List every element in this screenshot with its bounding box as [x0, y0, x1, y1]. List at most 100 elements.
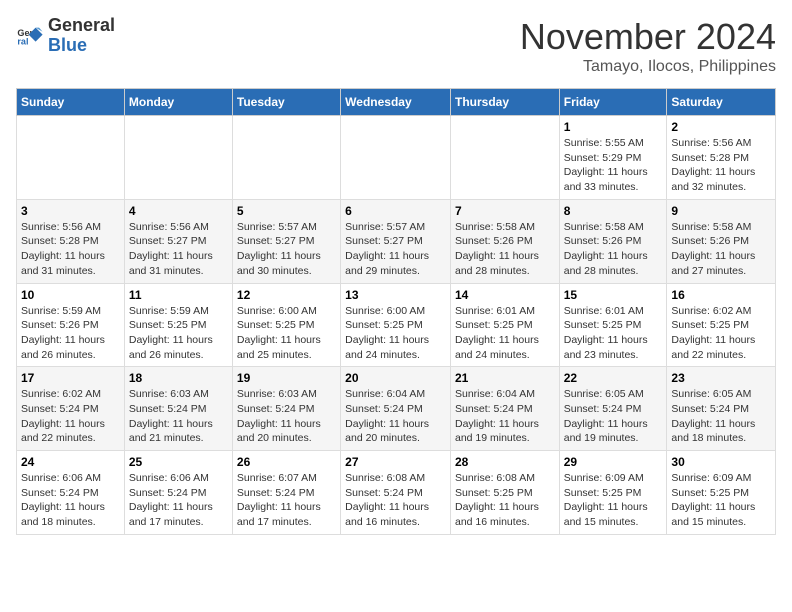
day-number: 18 — [129, 371, 228, 385]
day-info: Sunrise: 5:56 AM Sunset: 5:28 PM Dayligh… — [21, 220, 120, 279]
calendar-cell — [232, 116, 340, 200]
calendar-cell — [450, 116, 559, 200]
title-section: November 2024 Tamayo, Ilocos, Philippine… — [520, 16, 776, 76]
day-number: 29 — [564, 455, 663, 469]
day-info: Sunrise: 6:08 AM Sunset: 5:24 PM Dayligh… — [345, 471, 446, 530]
day-info: Sunrise: 5:59 AM Sunset: 5:26 PM Dayligh… — [21, 304, 120, 363]
day-number: 25 — [129, 455, 228, 469]
logo-blue-text: Blue — [48, 36, 115, 56]
header-saturday: Saturday — [667, 89, 776, 116]
day-info: Sunrise: 6:06 AM Sunset: 5:24 PM Dayligh… — [21, 471, 120, 530]
week-row-2: 10 Sunrise: 5:59 AM Sunset: 5:26 PM Dayli… — [17, 283, 776, 367]
day-info: Sunrise: 6:01 AM Sunset: 5:25 PM Dayligh… — [455, 304, 555, 363]
day-info: Sunrise: 5:57 AM Sunset: 5:27 PM Dayligh… — [345, 220, 446, 279]
day-number: 20 — [345, 371, 446, 385]
week-row-3: 17 Sunrise: 6:02 AM Sunset: 5:24 PM Dayli… — [17, 367, 776, 451]
week-row-0: 1Sunrise: 5:55 AM Sunset: 5:29 PM Daylig… — [17, 116, 776, 200]
day-info: Sunrise: 5:56 AM Sunset: 5:28 PM Dayligh… — [671, 136, 771, 195]
svg-text:ral: ral — [17, 36, 28, 46]
header-wednesday: Wednesday — [341, 89, 451, 116]
week-row-4: 24 Sunrise: 6:06 AM Sunset: 5:24 PM Dayli… — [17, 451, 776, 535]
calendar-table: SundayMondayTuesdayWednesdayThursdayFrid… — [16, 88, 776, 535]
day-number: 1 — [564, 120, 663, 134]
day-info: Sunrise: 6:00 AM Sunset: 5:25 PM Dayligh… — [237, 304, 336, 363]
calendar-cell: 11 Sunrise: 5:59 AM Sunset: 5:25 PM Dayli… — [124, 283, 232, 367]
day-info: Sunrise: 6:06 AM Sunset: 5:24 PM Dayligh… — [129, 471, 228, 530]
day-number: 4 — [129, 204, 228, 218]
day-number: 11 — [129, 288, 228, 302]
calendar-cell: 13 Sunrise: 6:00 AM Sunset: 5:25 PM Dayli… — [341, 283, 451, 367]
day-number: 24 — [21, 455, 120, 469]
calendar-cell: 16 Sunrise: 6:02 AM Sunset: 5:25 PM Dayli… — [667, 283, 776, 367]
day-info: Sunrise: 6:05 AM Sunset: 5:24 PM Dayligh… — [671, 387, 771, 446]
calendar-cell — [17, 116, 125, 200]
calendar-cell: 18 Sunrise: 6:03 AM Sunset: 5:24 PM Dayli… — [124, 367, 232, 451]
calendar-cell: 17 Sunrise: 6:02 AM Sunset: 5:24 PM Dayli… — [17, 367, 125, 451]
day-number: 26 — [237, 455, 336, 469]
day-info: Sunrise: 5:58 AM Sunset: 5:26 PM Dayligh… — [455, 220, 555, 279]
day-number: 14 — [455, 288, 555, 302]
calendar-cell: 30 Sunrise: 6:09 AM Sunset: 5:25 PM Dayli… — [667, 451, 776, 535]
day-info: Sunrise: 6:08 AM Sunset: 5:25 PM Dayligh… — [455, 471, 555, 530]
calendar-cell: 3Sunrise: 5:56 AM Sunset: 5:28 PM Daylig… — [17, 199, 125, 283]
calendar-cell: 8Sunrise: 5:58 AM Sunset: 5:26 PM Daylig… — [559, 199, 667, 283]
header-monday: Monday — [124, 89, 232, 116]
day-number: 10 — [21, 288, 120, 302]
calendar-cell: 19 Sunrise: 6:03 AM Sunset: 5:24 PM Dayli… — [232, 367, 340, 451]
header-sunday: Sunday — [17, 89, 125, 116]
calendar-cell: 15Sunrise: 6:01 AM Sunset: 5:25 PM Dayli… — [559, 283, 667, 367]
day-info: Sunrise: 6:02 AM Sunset: 5:24 PM Dayligh… — [21, 387, 120, 446]
calendar-cell: 7Sunrise: 5:58 AM Sunset: 5:26 PM Daylig… — [450, 199, 559, 283]
day-number: 13 — [345, 288, 446, 302]
day-number: 17 — [21, 371, 120, 385]
day-number: 27 — [345, 455, 446, 469]
calendar-cell: 28 Sunrise: 6:08 AM Sunset: 5:25 PM Dayli… — [450, 451, 559, 535]
calendar-cell: 6 Sunrise: 5:57 AM Sunset: 5:27 PM Daylig… — [341, 199, 451, 283]
logo-icon: Gene ral — [16, 22, 44, 50]
day-number: 6 — [345, 204, 446, 218]
day-number: 9 — [671, 204, 771, 218]
day-info: Sunrise: 6:07 AM Sunset: 5:24 PM Dayligh… — [237, 471, 336, 530]
day-number: 21 — [455, 371, 555, 385]
calendar-cell: 10 Sunrise: 5:59 AM Sunset: 5:26 PM Dayli… — [17, 283, 125, 367]
calendar-cell: 21 Sunrise: 6:04 AM Sunset: 5:24 PM Dayli… — [450, 367, 559, 451]
day-number: 16 — [671, 288, 771, 302]
calendar-cell: 5 Sunrise: 5:57 AM Sunset: 5:27 PM Daylig… — [232, 199, 340, 283]
calendar-cell: 14 Sunrise: 6:01 AM Sunset: 5:25 PM Dayli… — [450, 283, 559, 367]
logo-text: General Blue — [48, 16, 115, 56]
calendar-cell: 1Sunrise: 5:55 AM Sunset: 5:29 PM Daylig… — [559, 116, 667, 200]
header-friday: Friday — [559, 89, 667, 116]
day-info: Sunrise: 6:04 AM Sunset: 5:24 PM Dayligh… — [345, 387, 446, 446]
day-info: Sunrise: 5:58 AM Sunset: 5:26 PM Dayligh… — [564, 220, 663, 279]
calendar-cell: 25 Sunrise: 6:06 AM Sunset: 5:24 PM Dayli… — [124, 451, 232, 535]
day-number: 12 — [237, 288, 336, 302]
page-header: Gene ral General Blue November 2024 Tama… — [16, 16, 776, 76]
month-title: November 2024 — [520, 16, 776, 58]
calendar-cell: 12 Sunrise: 6:00 AM Sunset: 5:25 PM Dayli… — [232, 283, 340, 367]
calendar-cell: 9 Sunrise: 5:58 AM Sunset: 5:26 PM Daylig… — [667, 199, 776, 283]
day-info: Sunrise: 6:03 AM Sunset: 5:24 PM Dayligh… — [237, 387, 336, 446]
calendar-cell: 20 Sunrise: 6:04 AM Sunset: 5:24 PM Dayli… — [341, 367, 451, 451]
calendar-cell — [124, 116, 232, 200]
day-info: Sunrise: 6:04 AM Sunset: 5:24 PM Dayligh… — [455, 387, 555, 446]
day-info: Sunrise: 5:58 AM Sunset: 5:26 PM Dayligh… — [671, 220, 771, 279]
day-number: 22 — [564, 371, 663, 385]
day-number: 5 — [237, 204, 336, 218]
day-info: Sunrise: 6:02 AM Sunset: 5:25 PM Dayligh… — [671, 304, 771, 363]
header-tuesday: Tuesday — [232, 89, 340, 116]
week-row-1: 3Sunrise: 5:56 AM Sunset: 5:28 PM Daylig… — [17, 199, 776, 283]
day-info: Sunrise: 6:05 AM Sunset: 5:24 PM Dayligh… — [564, 387, 663, 446]
day-info: Sunrise: 6:01 AM Sunset: 5:25 PM Dayligh… — [564, 304, 663, 363]
day-info: Sunrise: 6:09 AM Sunset: 5:25 PM Dayligh… — [671, 471, 771, 530]
day-number: 2 — [671, 120, 771, 134]
logo: Gene ral General Blue — [16, 16, 115, 56]
calendar-cell: 4Sunrise: 5:56 AM Sunset: 5:27 PM Daylig… — [124, 199, 232, 283]
day-number: 19 — [237, 371, 336, 385]
calendar-cell: 2 Sunrise: 5:56 AM Sunset: 5:28 PM Daylig… — [667, 116, 776, 200]
day-info: Sunrise: 5:59 AM Sunset: 5:25 PM Dayligh… — [129, 304, 228, 363]
day-number: 28 — [455, 455, 555, 469]
day-info: Sunrise: 6:00 AM Sunset: 5:25 PM Dayligh… — [345, 304, 446, 363]
day-number: 30 — [671, 455, 771, 469]
day-info: Sunrise: 6:03 AM Sunset: 5:24 PM Dayligh… — [129, 387, 228, 446]
day-info: Sunrise: 5:57 AM Sunset: 5:27 PM Dayligh… — [237, 220, 336, 279]
